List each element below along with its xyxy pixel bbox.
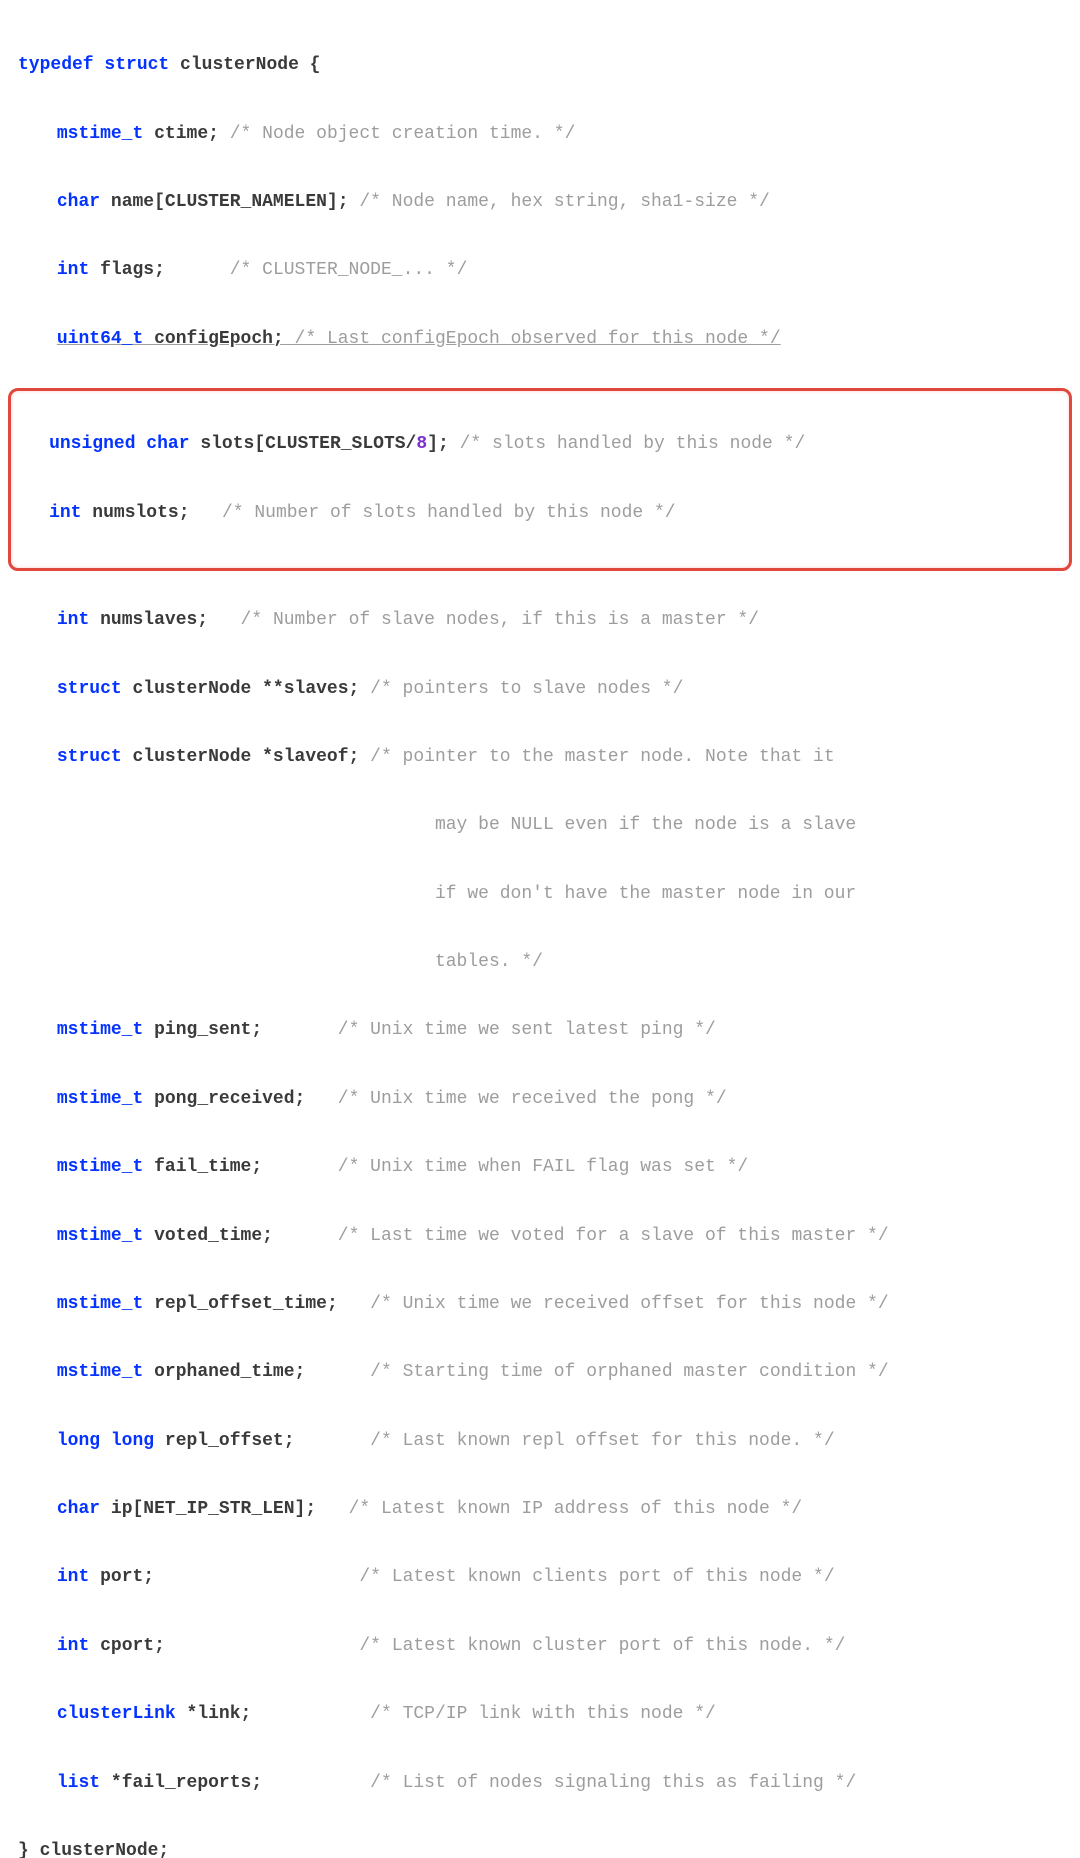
code-line: mstime_t ctime; /* Node object creation … bbox=[18, 117, 1062, 151]
code-line: list *fail_reports; /* List of nodes sig… bbox=[18, 1766, 1062, 1800]
highlight-box: unsigned char slots[CLUSTER_SLOTS/8]; /*… bbox=[8, 388, 1072, 571]
code-line: mstime_t voted_time; /* Last time we vot… bbox=[18, 1219, 1062, 1253]
code-line: mstime_t fail_time; /* Unix time when FA… bbox=[18, 1150, 1062, 1184]
code-line: struct clusterNode *slaveof; /* pointer … bbox=[18, 740, 1062, 774]
code-line: char ip[NET_IP_STR_LEN]; /* Latest known… bbox=[18, 1492, 1062, 1526]
code-line: int port; /* Latest known clients port o… bbox=[18, 1560, 1062, 1594]
code-line: uint64_t configEpoch; /* Last configEpoc… bbox=[18, 322, 1062, 356]
code-line: clusterLink *link; /* TCP/IP link with t… bbox=[18, 1697, 1062, 1731]
code-line: may be NULL even if the node is a slave bbox=[18, 808, 1062, 842]
code-line: int flags; /* CLUSTER_NODE_... */ bbox=[18, 253, 1062, 287]
code-line: mstime_t pong_received; /* Unix time we … bbox=[18, 1082, 1062, 1116]
code-line: mstime_t orphaned_time; /* Starting time… bbox=[18, 1355, 1062, 1389]
code-line: struct clusterNode **slaves; /* pointers… bbox=[18, 672, 1062, 706]
code-line: mstime_t ping_sent; /* Unix time we sent… bbox=[18, 1013, 1062, 1047]
code-line: } clusterNode; bbox=[18, 1834, 1062, 1858]
code-block: typedef struct clusterNode { mstime_t ct… bbox=[18, 14, 1062, 1858]
code-line: typedef struct clusterNode { bbox=[18, 48, 1062, 82]
code-line: int numslaves; /* Number of slave nodes,… bbox=[18, 603, 1062, 637]
code-line: long long repl_offset; /* Last known rep… bbox=[18, 1424, 1062, 1458]
code-line: char name[CLUSTER_NAMELEN]; /* Node name… bbox=[18, 185, 1062, 219]
code-line: unsigned char slots[CLUSTER_SLOTS/8]; /*… bbox=[21, 427, 1059, 461]
code-line: if we don't have the master node in our bbox=[18, 877, 1062, 911]
code-line: tables. */ bbox=[18, 945, 1062, 979]
code-line: int cport; /* Latest known cluster port … bbox=[18, 1629, 1062, 1663]
code-line: int numslots; /* Number of slots handled… bbox=[21, 496, 1059, 530]
code-line: mstime_t repl_offset_time; /* Unix time … bbox=[18, 1287, 1062, 1321]
